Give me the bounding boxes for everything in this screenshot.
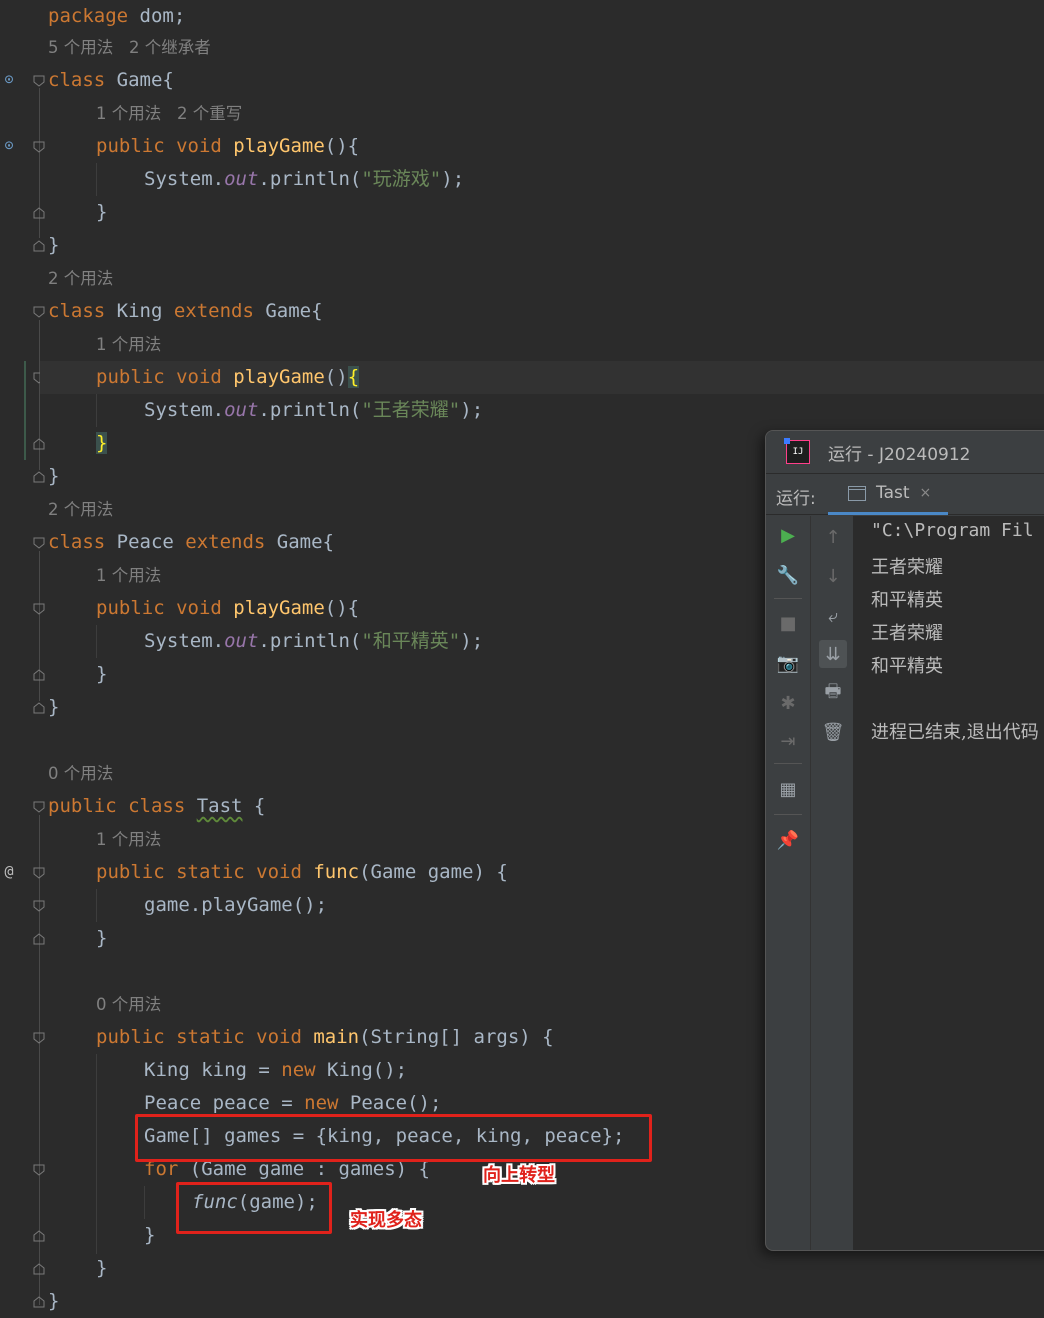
fold-icon[interactable] [32, 305, 46, 319]
console-line: 王者荣耀 [871, 557, 943, 578]
code-line-close: } [96, 432, 108, 454]
fold-icon[interactable] [32, 1295, 46, 1309]
fold-icon[interactable] [32, 536, 46, 550]
fold-icon[interactable] [32, 1262, 46, 1276]
close-icon[interactable]: × [920, 485, 932, 501]
console-line: 和平精英 [871, 590, 943, 611]
up-arrow-icon[interactable]: ↑ [819, 523, 847, 551]
polymorphism-annotation: 实现多态 [350, 1210, 422, 1231]
code-line-print: System.out.println("和平精英"); [144, 630, 484, 652]
scroll-end-icon[interactable]: ⇊ [819, 640, 847, 668]
usage-hint[interactable]: 0 个用法 [96, 988, 161, 1021]
implemented-icon[interactable]: ⊙ [0, 136, 18, 154]
console-icon [848, 485, 866, 501]
implemented-icon[interactable]: ⊙ [0, 70, 18, 88]
code-line-close: } [96, 201, 108, 223]
code-line-print: System.out.println("王者荣耀"); [144, 399, 484, 421]
layout-icon[interactable]: ▦ [774, 775, 802, 803]
fold-icon[interactable] [32, 74, 46, 88]
code-line-close: } [48, 696, 60, 718]
run-toolbar-secondary: ↑ ↓ ⤶ ⇊ 🖶 🗑 [811, 516, 854, 1250]
usage-hint[interactable]: 1 个用法 [96, 559, 161, 592]
console-line: 和平精英 [871, 656, 943, 677]
usage-hint[interactable]: 5 个用法 2 个继承者 [48, 31, 211, 64]
usage-hint[interactable]: 0 个用法 [48, 757, 113, 790]
code-line-close: } [96, 1257, 108, 1279]
trash-icon[interactable]: 🗑 [819, 718, 847, 746]
tab-label: Tast [876, 483, 910, 503]
intellij-logo-icon: IJ [784, 438, 810, 464]
code-line-print: System.out.println("玩游戏"); [144, 168, 465, 190]
code-line-playgame-call: game.playGame(); [144, 894, 328, 916]
code-line-close: } [144, 1224, 156, 1246]
code-line-close: } [96, 927, 108, 949]
code-line-close: } [48, 234, 60, 256]
fold-icon[interactable] [32, 1229, 46, 1243]
fold-icon[interactable] [32, 899, 46, 913]
polymorphism-highlight-box [176, 1182, 332, 1234]
upcast-annotation: 向上转型 [483, 1165, 555, 1186]
console-line: "C:\Program Fil [871, 520, 1034, 541]
wrench-icon[interactable]: 🔧 [774, 561, 802, 589]
fold-icon[interactable] [32, 800, 46, 814]
code-line-class-king: class King extends Game{ [48, 300, 323, 322]
pin-icon[interactable]: 📌 [774, 826, 802, 854]
run-tool-window[interactable]: IJ 运行 - J20240912 运行: Tast × ▶ 🔧 ■ 📷 ✱ ⇥… [765, 430, 1044, 1251]
code-line-method: public void playGame(){ [96, 597, 360, 619]
usage-hint[interactable]: 1 个用法 [96, 328, 161, 361]
camera-icon[interactable]: 📷 [774, 649, 802, 677]
run-window-titlebar[interactable]: IJ 运行 - J20240912 [766, 431, 1044, 474]
debug-icon[interactable]: ✱ [774, 689, 802, 717]
run-label: 运行: [776, 489, 816, 509]
run-window-title: 运行 - J20240912 [828, 444, 971, 465]
fold-icon[interactable] [32, 866, 46, 880]
code-line-func-decl: public static void func(Game game) { [96, 861, 508, 883]
code-line-close: } [48, 465, 60, 487]
fold-icon[interactable] [32, 470, 46, 484]
run-tabs-bar: 运行: Tast × [766, 474, 1044, 515]
change-marker [24, 361, 26, 460]
console-line: 王者荣耀 [871, 623, 943, 644]
usage-hint[interactable]: 2 个用法 [48, 262, 113, 295]
usage-hint[interactable]: 1 个用法 2 个重写 [96, 97, 242, 130]
fold-icon[interactable] [32, 701, 46, 715]
code-line-method: public void playGame(){ [96, 135, 360, 157]
annotation-at-icon[interactable]: @ [0, 862, 18, 880]
fold-icon[interactable] [32, 602, 46, 616]
code-line-class-peace: class Peace extends Game{ [48, 531, 334, 553]
code-line-main-decl: public static void main(String[] args) { [96, 1026, 554, 1048]
console-line: 进程已结束,退出代码 [871, 722, 1039, 743]
code-line-method: public void playGame(){ [96, 366, 360, 388]
stop-icon[interactable]: ■ [774, 609, 802, 637]
usage-hint[interactable]: 1 个用法 [96, 823, 161, 856]
fold-icon[interactable] [32, 437, 46, 451]
down-arrow-icon[interactable]: ↓ [819, 562, 847, 590]
login-icon[interactable]: ⇥ [774, 727, 802, 755]
fold-icon[interactable] [32, 668, 46, 682]
fold-icon[interactable] [32, 206, 46, 220]
fold-icon[interactable] [32, 239, 46, 253]
fold-icon[interactable] [32, 932, 46, 946]
tab-tast[interactable]: Tast × [828, 474, 948, 515]
run-icon[interactable]: ▶ [774, 521, 802, 549]
code-line-close: } [96, 663, 108, 685]
code-line-king-new: King king = new King(); [144, 1059, 408, 1081]
code-line-package: package dom; [48, 5, 186, 27]
console-output[interactable]: "C:\Program Fil 王者荣耀 和平精英 王者荣耀 和平精英 进程已结… [854, 516, 1044, 1250]
code-line-close: } [48, 1290, 60, 1312]
usage-hint[interactable]: 2 个用法 [48, 493, 113, 526]
code-line-class-tast: public class Tast { [48, 795, 266, 817]
fold-icon[interactable] [32, 140, 46, 154]
upcast-highlight-box [135, 1114, 652, 1162]
fold-icon[interactable] [32, 1031, 46, 1045]
print-icon[interactable]: 🖶 [819, 680, 847, 708]
fold-icon[interactable] [32, 1163, 46, 1177]
wrap-icon[interactable]: ⤶ [819, 602, 847, 630]
code-line-class-game: class Game{ [48, 69, 174, 91]
run-toolbar-primary: ▶ 🔧 ■ 📷 ✱ ⇥ ▦ 📌 [766, 516, 811, 1250]
